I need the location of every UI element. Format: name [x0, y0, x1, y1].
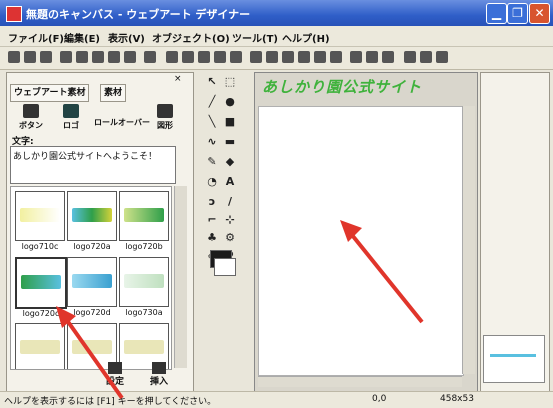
- annotation-arrows: [56, 220, 424, 400]
- annotation-arrowhead-canvas: [340, 220, 362, 242]
- annotation-arrowhead-thumbnail: [56, 306, 76, 328]
- annotation-arrow-canvas: [346, 228, 424, 324]
- annotation-arrow-thumbnail: [62, 314, 124, 400]
